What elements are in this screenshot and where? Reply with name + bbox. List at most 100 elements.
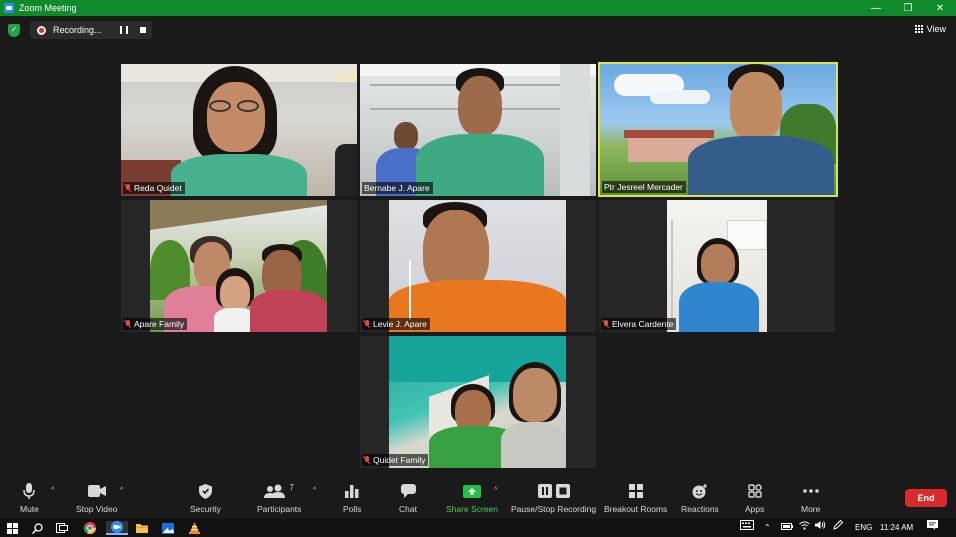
bar-chart-icon (343, 483, 361, 499)
recording-dot-icon (37, 25, 46, 35)
participant-nameplate: Elvera Cardente (601, 318, 677, 330)
participant-nameplate: Levie J. Apare (362, 318, 430, 330)
smiley-icon (691, 483, 709, 499)
task-view-icon[interactable] (55, 521, 69, 535)
participant-tile[interactable]: Quidet Family (360, 336, 596, 468)
pause-stop-recording-button[interactable]: Pause/Stop Recording (511, 483, 596, 514)
audio-options-caret[interactable]: ^ (51, 487, 54, 494)
participant-name: Apare Family (134, 319, 185, 329)
share-options-caret[interactable]: ^ (494, 487, 497, 494)
search-icon[interactable] (30, 521, 44, 535)
show-hidden-icons-chevron-icon[interactable]: ⌃ (764, 519, 771, 537)
zoom-logo-icon (4, 3, 14, 13)
meeting-topbar: ✓ Recording... View (0, 16, 956, 44)
participant-video (667, 200, 767, 332)
participant-name: Elvera Cardente (612, 319, 674, 329)
microphone-icon (20, 483, 38, 499)
chat-label: Chat (399, 504, 417, 514)
end-meeting-button[interactable]: End (905, 489, 947, 507)
share-screen-icon (462, 483, 481, 499)
wifi-icon[interactable] (799, 519, 810, 537)
participants-count: 7 (289, 483, 294, 492)
breakout-rooms-label: Breakout Rooms (604, 504, 668, 514)
chrome-icon[interactable] (83, 521, 97, 535)
notifications-icon[interactable] (927, 519, 938, 537)
stop-video-button[interactable]: Stop Video (76, 483, 117, 514)
window-controls: — ❐ ✕ (860, 0, 956, 16)
share-screen-button[interactable]: Share Screen (446, 483, 498, 514)
apps-button[interactable]: Apps (745, 483, 764, 514)
clock-time[interactable]: 11:24 AM (880, 519, 913, 537)
polls-button[interactable]: Polls (343, 483, 361, 514)
more-button[interactable]: More (801, 483, 820, 514)
zoom-taskbar-icon[interactable] (106, 521, 128, 535)
stop-recording-icon[interactable] (140, 27, 146, 33)
view-button[interactable]: View (914, 24, 946, 34)
video-options-caret[interactable]: ^ (120, 487, 123, 494)
participant-video (389, 200, 566, 332)
pause-recording-icon[interactable] (120, 26, 128, 34)
participant-name: Ptr Jesreel Mercader (604, 182, 683, 192)
participant-nameplate: Quidet Family (362, 454, 429, 466)
restore-button[interactable]: ❐ (892, 0, 924, 16)
participant-nameplate: Reda Quidet (123, 182, 185, 194)
security-shield-icon[interactable]: ✓ (8, 24, 20, 37)
participant-tile[interactable]: Bernabe J. Apare (360, 64, 596, 196)
reactions-label: Reactions (681, 504, 719, 514)
breakout-rooms-button[interactable]: Breakout Rooms (604, 483, 667, 514)
pen-workspace-icon[interactable] (833, 519, 844, 537)
file-explorer-icon[interactable] (135, 521, 149, 535)
shield-icon (196, 483, 214, 499)
close-button[interactable]: ✕ (924, 0, 956, 16)
participants-icon: 7 (262, 483, 296, 499)
more-dots-icon (802, 483, 820, 499)
recording-indicator: Recording... (30, 21, 152, 39)
windows-taskbar: ⌃ ENG 11:24 AM (0, 519, 956, 537)
chat-button[interactable]: Chat (399, 483, 417, 514)
polls-label: Polls (343, 504, 362, 514)
participant-nameplate: Bernabe J. Apare (362, 182, 433, 194)
participant-nameplate: Ptr Jesreel Mercader (602, 181, 686, 193)
recording-controls-icon (536, 483, 572, 499)
reactions-button[interactable]: Reactions (681, 483, 719, 514)
window-titlebar: Zoom Meeting — ❐ ✕ (0, 0, 956, 16)
recording-label: Recording... (53, 25, 102, 35)
breakout-rooms-icon (627, 483, 645, 499)
window-title: Zoom Meeting (19, 3, 77, 13)
participant-name: Quidet Family (373, 455, 426, 465)
stop-video-label: Stop Video (76, 504, 118, 514)
grid-view-icon (914, 25, 923, 33)
participant-tile-active-speaker[interactable]: Ptr Jesreel Mercader (598, 62, 838, 197)
participant-tile[interactable]: Elvera Cardente (599, 200, 835, 332)
participant-tile[interactable]: Reda Quidet (121, 64, 357, 196)
participant-video (121, 64, 357, 196)
security-label: Security (190, 504, 221, 514)
share-screen-label: Share Screen (446, 504, 498, 514)
security-button[interactable]: Security (190, 483, 221, 514)
language-indicator[interactable]: ENG (855, 519, 872, 537)
participant-name: Bernabe J. Apare (364, 183, 430, 193)
view-label: View (926, 24, 946, 34)
apps-icon (746, 483, 764, 499)
apps-label: Apps (745, 504, 765, 514)
mute-label: Mute (20, 504, 39, 514)
muted-mic-icon (364, 320, 370, 328)
muted-mic-icon (125, 184, 131, 192)
participant-video (360, 64, 596, 196)
photos-app-icon[interactable] (161, 521, 175, 535)
minimize-button[interactable]: — (860, 0, 892, 16)
participant-tile[interactable]: Levie J. Apare (360, 200, 596, 332)
muted-mic-icon (125, 320, 131, 328)
battery-icon[interactable] (781, 519, 793, 537)
vlc-icon[interactable] (187, 521, 201, 535)
meeting-toolbar: Mute ^ Stop Video ^ Security 7 Participa… (0, 477, 956, 519)
participant-name: Reda Quidet (134, 183, 182, 193)
keyboard-tray-icon[interactable] (740, 519, 754, 537)
participants-button[interactable]: 7 Participants (257, 483, 301, 514)
participant-tile[interactable]: Apare Family (121, 200, 357, 332)
windows-start-icon[interactable] (5, 521, 19, 535)
volume-icon[interactable] (815, 519, 826, 537)
participants-options-caret[interactable]: ^ (313, 487, 316, 494)
mute-button[interactable]: Mute (20, 483, 39, 514)
participant-video (389, 336, 566, 468)
